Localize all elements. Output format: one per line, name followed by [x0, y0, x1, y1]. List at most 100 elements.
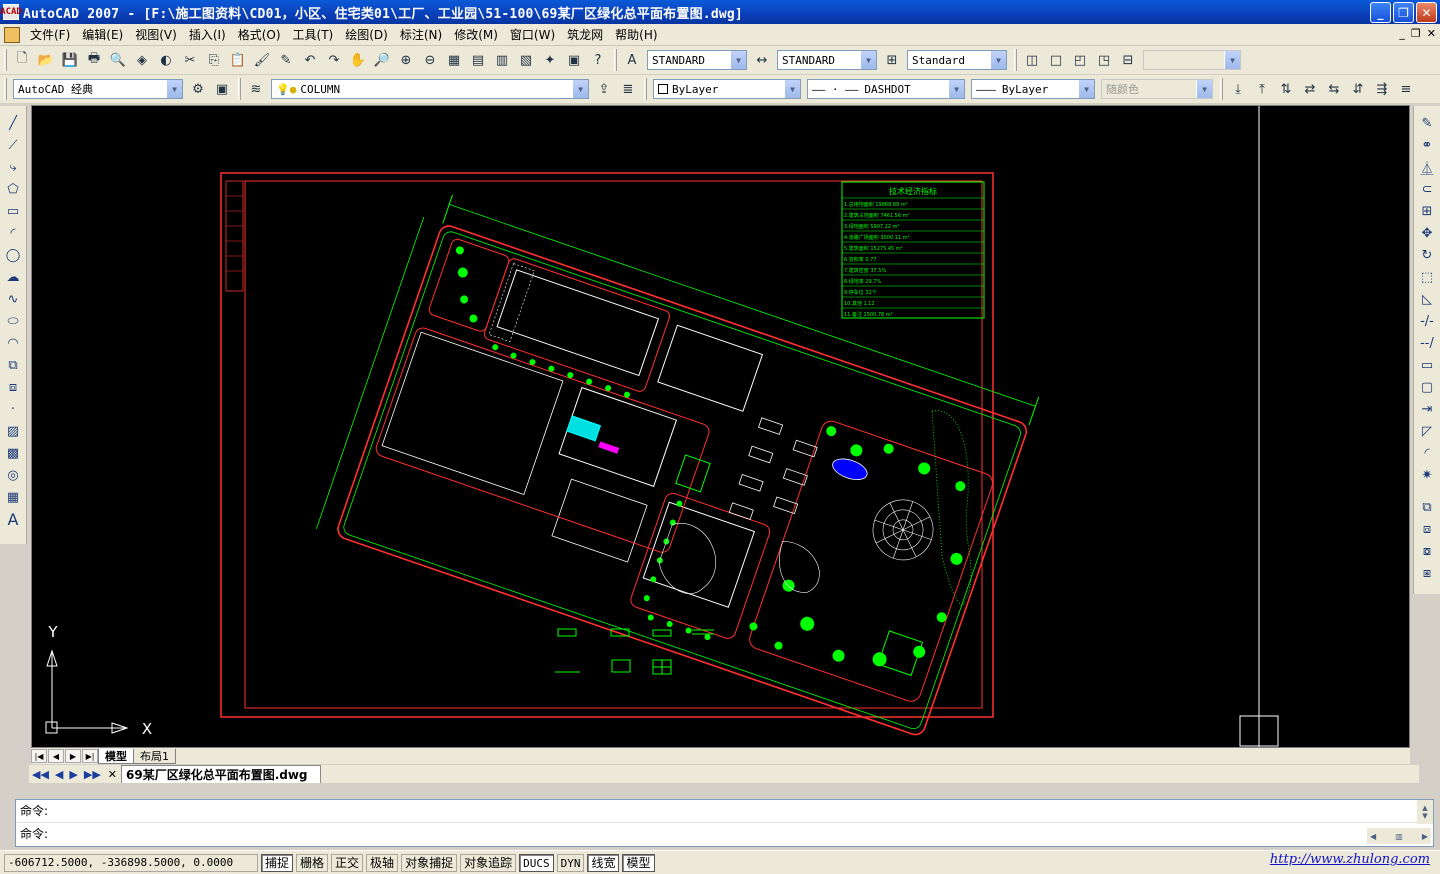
help-icon[interactable]: ? [587, 49, 609, 71]
doc-last-button[interactable]: ▶▶ [81, 768, 104, 781]
minimize-button[interactable]: _ [1370, 2, 1391, 23]
menu-window[interactable]: 窗口(W) [504, 25, 561, 45]
clip-viewport-icon[interactable]: ⊟ [1117, 49, 1139, 71]
markup-icon[interactable]: ✦ [539, 49, 561, 71]
plotstyle-select[interactable]: 随颜色 ▼ [1101, 79, 1213, 99]
polygon-icon[interactable]: ⬠ [2, 179, 24, 200]
ortho-toggle[interactable]: 正交 [331, 853, 364, 872]
break-icon[interactable]: ▢ [1416, 377, 1438, 398]
layer-tool-1-icon[interactable]: ⤓ [1227, 78, 1249, 100]
doc-restore-button[interactable]: ❐ [1411, 27, 1421, 40]
copy-object-icon[interactable]: ⚭ [1416, 135, 1438, 156]
construction-line-icon[interactable]: ⟋ [2, 135, 24, 156]
spline-icon[interactable]: ∿ [2, 289, 24, 310]
properties-icon[interactable]: ▦ [443, 49, 465, 71]
rotate-icon[interactable]: ↻ [1416, 245, 1438, 266]
autocad-app-icon[interactable]: ACAD [0, 4, 22, 20]
doc-first-button[interactable]: ◀◀ [29, 768, 52, 781]
menu-zhulong[interactable]: 筑龙网 [561, 25, 609, 45]
table-icon[interactable]: ▦ [2, 487, 24, 508]
workspace-settings-icon[interactable]: ⚙ [187, 78, 209, 100]
sheet-set-icon[interactable]: ▧ [515, 49, 537, 71]
polygonal-viewport-icon[interactable]: ◰ [1069, 49, 1091, 71]
last-layout-button[interactable]: ▶| [82, 749, 98, 763]
calculator-icon[interactable]: ▣ [563, 49, 585, 71]
polyline-icon[interactable]: ⤷ [2, 157, 24, 178]
document-tab-active[interactable]: 69某厂区绿化总平面布置图.dwg [121, 765, 321, 783]
extend-icon[interactable]: --/ [1416, 333, 1438, 354]
menu-draw[interactable]: 绘图(D) [339, 25, 394, 45]
block-editor-icon[interactable]: ✎ [275, 49, 297, 71]
lineweight-select[interactable]: ——— ByLayer ▼ [971, 79, 1095, 99]
new-icon[interactable]: 🗋 [11, 49, 33, 71]
color-select[interactable]: ByLayer ▼ [653, 79, 801, 99]
layer-tool-4-icon[interactable]: ⇄ [1299, 78, 1321, 100]
save-workspace-icon[interactable]: ▣ [211, 78, 233, 100]
paste-icon[interactable]: 📋 [227, 49, 249, 71]
workspace-select[interactable]: AutoCAD 经典 ▼ [13, 79, 183, 99]
osnap-toggle[interactable]: 对象捕捉 [401, 853, 458, 872]
otrack-toggle[interactable]: 对象追踪 [460, 853, 517, 872]
layer-previous-icon[interactable]: ≣ [617, 78, 639, 100]
model-toggle[interactable]: 模型 [622, 853, 655, 872]
menu-dimension[interactable]: 标注(N) [394, 25, 448, 45]
command-input[interactable]: 命令: [16, 823, 1433, 846]
zhulong-link[interactable]: http://www.zhulong.com [1270, 852, 1430, 867]
table-style-icon[interactable]: ⊞ [881, 49, 903, 71]
break-at-point-icon[interactable]: ▭ [1416, 355, 1438, 376]
text-style-icon[interactable]: A [621, 49, 643, 71]
region-icon[interactable]: ◎ [2, 465, 24, 486]
tab-model[interactable]: 模型 [98, 748, 134, 764]
ellipse-icon[interactable]: ⬭ [2, 311, 24, 332]
linetype-select[interactable]: —— · —— DASHDOT ▼ [807, 79, 965, 99]
scale-icon[interactable]: ⬚ [1416, 267, 1438, 288]
menu-insert[interactable]: 插入(I) [183, 25, 232, 45]
copy-icon[interactable]: ⎘ [203, 49, 225, 71]
dyn-toggle[interactable]: DYN [556, 853, 585, 872]
layer-tool-7-icon[interactable]: ⇶ [1371, 78, 1393, 100]
design-center-icon[interactable]: ▤ [467, 49, 489, 71]
make-block-icon[interactable]: ⧈ [2, 377, 24, 398]
ellipse-arc-icon[interactable]: ◠ [2, 333, 24, 354]
move-icon[interactable]: ✥ [1416, 223, 1438, 244]
menu-file[interactable]: 文件(F) [24, 25, 76, 45]
menu-edit[interactable]: 编辑(E) [76, 25, 129, 45]
line-icon[interactable]: ╱ [2, 113, 24, 134]
layer-tool-6-icon[interactable]: ⇵ [1347, 78, 1369, 100]
bring-above-icon[interactable]: ⧇ [1416, 541, 1438, 562]
first-layout-button[interactable]: |◀ [31, 749, 47, 763]
rectangle-icon[interactable]: ▭ [2, 201, 24, 222]
gradient-icon[interactable]: ▩ [2, 443, 24, 464]
send-under-icon[interactable]: ⧆ [1416, 563, 1438, 584]
erase-icon[interactable]: ✎ [1416, 113, 1438, 134]
command-hscroll[interactable]: ◀ ▥ ▶ [1367, 828, 1431, 844]
doc-next-button[interactable]: ▶ [66, 768, 80, 781]
redo-icon[interactable]: ↷ [323, 49, 345, 71]
menu-format[interactable]: 格式(O) [232, 25, 287, 45]
undo-icon[interactable]: ↶ [299, 49, 321, 71]
menu-help[interactable]: 帮助(H) [609, 25, 663, 45]
viewport-scale-select[interactable]: ▼ [1143, 50, 1241, 70]
document-icon[interactable] [4, 26, 20, 43]
menu-view[interactable]: 视图(V) [129, 25, 183, 45]
single-viewport-icon[interactable]: □ [1045, 49, 1067, 71]
offset-icon[interactable]: ⊂ [1416, 179, 1438, 200]
table-style-select[interactable]: Standard ▼ [907, 50, 1007, 70]
viewport-icon[interactable]: ◫ [1021, 49, 1043, 71]
revision-cloud-icon[interactable]: ☁ [2, 267, 24, 288]
layer-manager-icon[interactable]: ≋ [245, 78, 267, 100]
tool-palettes-icon[interactable]: ▥ [491, 49, 513, 71]
dim-style-select[interactable]: STANDARD ▼ [777, 50, 877, 70]
layer-tool-8-icon[interactable]: ≡ [1395, 78, 1417, 100]
doc-minimize-button[interactable]: _ [1399, 27, 1405, 40]
cut-icon[interactable]: ✂ [179, 49, 201, 71]
draw-order-front-icon[interactable]: ⧉ [1416, 497, 1438, 518]
mirror-icon[interactable]: ⏅ [1416, 157, 1438, 178]
3d-dwf-icon[interactable]: ◐ [155, 49, 177, 71]
convert-viewport-icon[interactable]: ◳ [1093, 49, 1115, 71]
previous-layout-button[interactable]: ◀ [48, 749, 64, 763]
trim-icon[interactable]: -/- [1416, 311, 1438, 332]
zoom-previous-icon[interactable]: ⊖ [419, 49, 441, 71]
polar-toggle[interactable]: 极轴 [366, 853, 399, 872]
multiline-text-icon[interactable]: A [2, 509, 24, 530]
